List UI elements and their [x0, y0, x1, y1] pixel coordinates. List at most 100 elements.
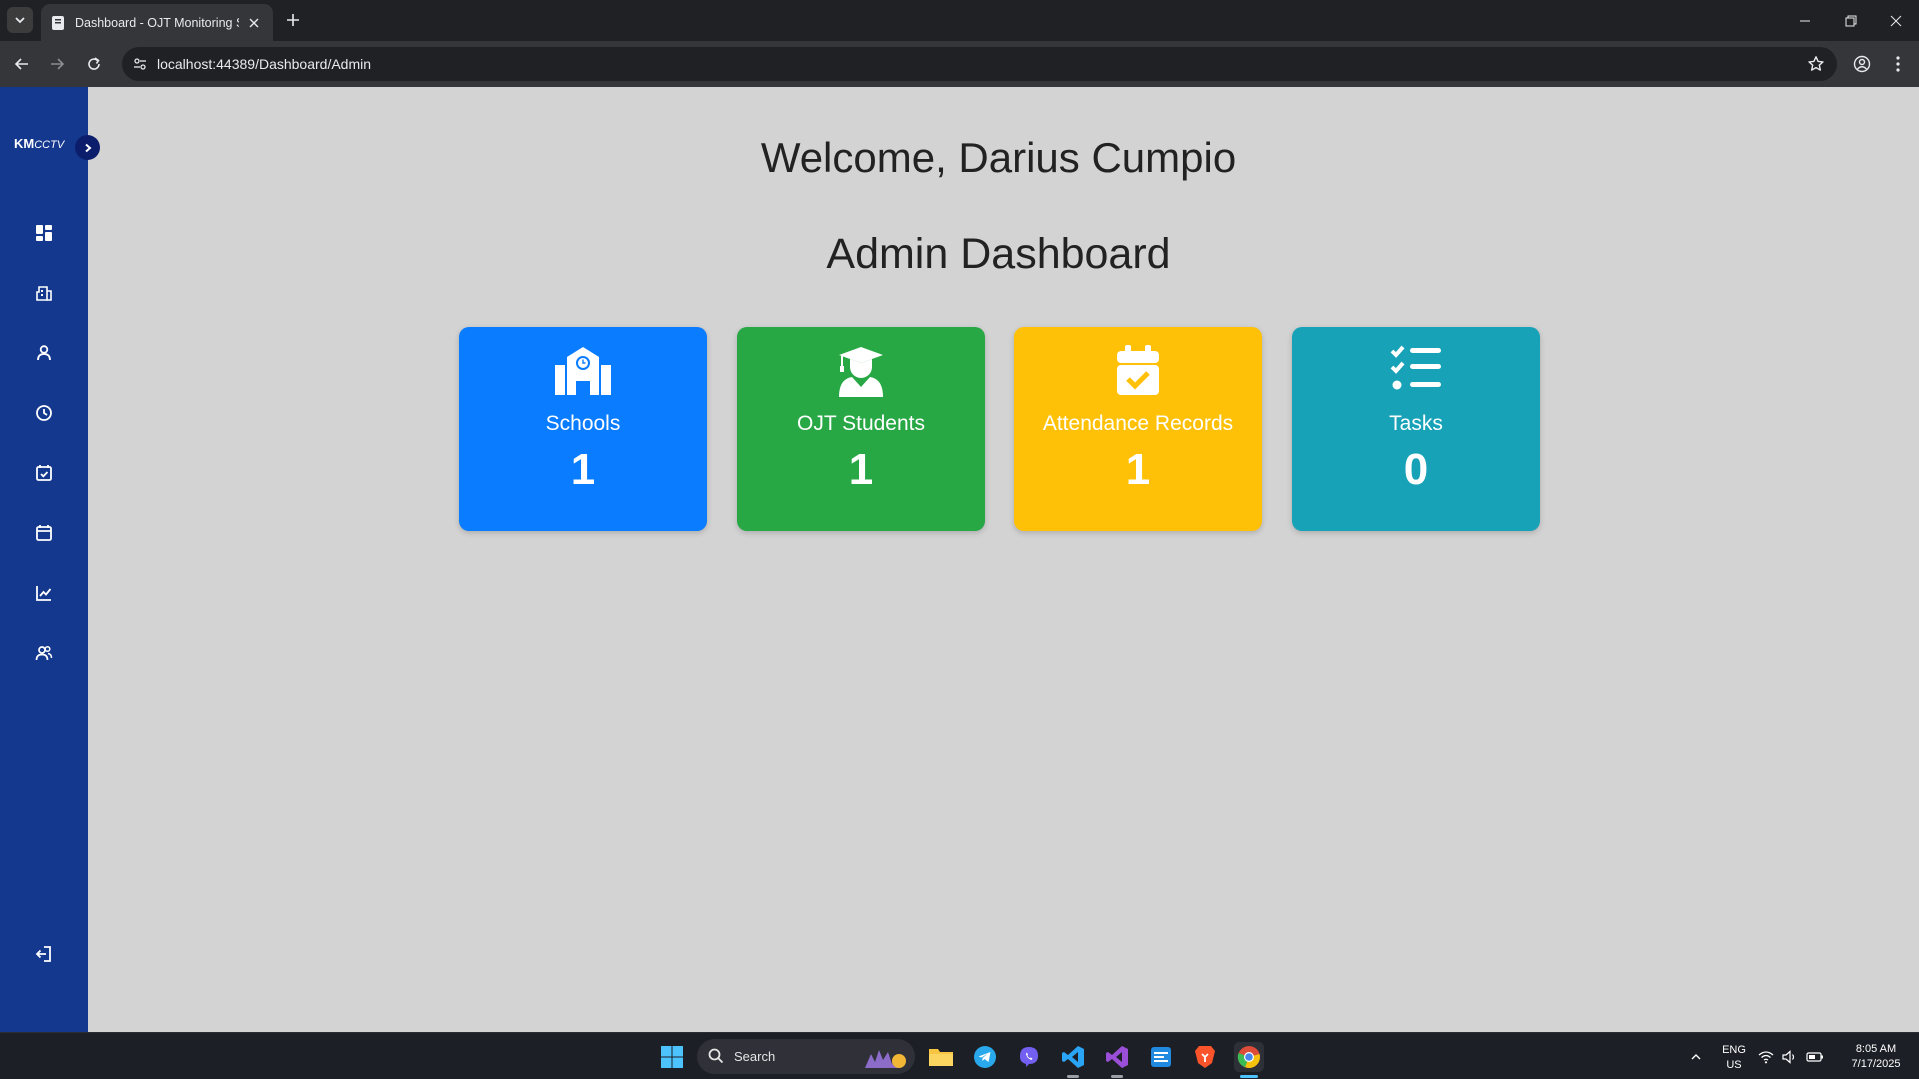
sidebar: KMCCTV — [0, 87, 88, 1032]
clock-datetime[interactable]: 8:05 AM 7/17/2025 — [1836, 1042, 1916, 1072]
sidebar-item-time[interactable] — [32, 401, 56, 425]
close-icon — [249, 18, 259, 27]
school-icon — [555, 347, 611, 395]
sidebar-item-attendance[interactable] — [32, 461, 56, 485]
schools-card[interactable]: Schools 1 — [459, 327, 707, 531]
forward-button[interactable] — [45, 52, 69, 76]
azure-data-studio-button[interactable] — [1146, 1042, 1176, 1072]
visual-studio-button[interactable] — [1102, 1042, 1132, 1072]
card-value: 1 — [1125, 445, 1151, 494]
show-hidden-icons-button[interactable] — [1682, 1042, 1710, 1072]
bookmark-star-icon[interactable] — [1807, 55, 1825, 73]
new-tab-button[interactable] — [282, 9, 304, 31]
sidebar-item-calendar[interactable] — [32, 521, 56, 545]
url-text: localhost:44389/Dashboard/Admin — [157, 56, 372, 72]
clock-date: 7/17/2025 — [1851, 1058, 1901, 1070]
chevron-right-icon — [84, 143, 92, 152]
card-label: Schools — [545, 412, 621, 435]
card-label: Attendance Records — [1042, 412, 1234, 435]
vscode-running-indicator — [1067, 1075, 1079, 1078]
line-chart-icon — [36, 586, 52, 601]
chrome-button[interactable] — [1234, 1042, 1264, 1072]
card-value: 0 — [1403, 445, 1429, 494]
users-icon — [35, 645, 53, 661]
search-icon — [708, 1048, 724, 1064]
browser-menu-button[interactable] — [1886, 52, 1910, 76]
browser-tab-active[interactable]: Dashboard - OJT Monitoring Sy — [41, 4, 273, 41]
page-favicon-icon — [52, 15, 64, 30]
language-indicator[interactable]: ENG US — [1718, 1043, 1750, 1073]
welcome-heading: Welcome, Darius Cumpio — [760, 134, 1237, 181]
site-info-icon[interactable] — [131, 55, 149, 73]
folder-icon — [929, 1049, 953, 1066]
plus-icon — [287, 14, 299, 26]
search-highlight-art-icon — [865, 1050, 906, 1068]
windows-logo-icon — [661, 1046, 683, 1068]
visual-studio-icon — [1106, 1046, 1128, 1068]
reload-icon — [88, 57, 100, 70]
sidebar-item-dashboard[interactable] — [32, 221, 56, 245]
chevron-up-icon — [1691, 1054, 1701, 1060]
network-volume-battery-button[interactable] — [1756, 1042, 1826, 1072]
address-bar[interactable]: localhost:44389/Dashboard/Admin — [122, 47, 1837, 81]
reload-button[interactable] — [82, 52, 106, 76]
logout-icon — [35, 946, 51, 962]
graduate-icon — [839, 347, 883, 397]
checklist-icon — [1390, 345, 1441, 390]
brand-logo[interactable]: KMCCTV — [14, 136, 64, 151]
web-page: KMCCTV Welcome, Darius Cumpio Admin Dash… — [0, 87, 1919, 1032]
viber-icon — [1020, 1047, 1038, 1067]
brave-button[interactable] — [1190, 1042, 1220, 1072]
clock-time: 8:05 AM — [1855, 1043, 1897, 1055]
file-explorer-button[interactable] — [926, 1042, 956, 1072]
grid-dashboard-icon — [36, 225, 52, 241]
tab-close-button[interactable] — [245, 14, 263, 32]
restore-button[interactable] — [1828, 0, 1874, 41]
close-icon — [1890, 15, 1902, 26]
attendance-records-card[interactable]: Attendance Records 1 — [1014, 327, 1262, 531]
volume-icon — [1782, 1050, 1795, 1064]
arrow-left-icon — [14, 58, 28, 70]
battery-icon — [1806, 1052, 1823, 1062]
minimize-button[interactable] — [1782, 0, 1828, 41]
vscode-button[interactable] — [1058, 1042, 1088, 1072]
sidebar-item-reports[interactable] — [32, 581, 56, 605]
close-window-button[interactable] — [1873, 0, 1919, 41]
ojt-students-card[interactable]: OJT Students 1 — [737, 327, 985, 531]
viber-button[interactable] — [1014, 1042, 1044, 1072]
browser-toolbar: localhost:44389/Dashboard/Admin — [0, 41, 1919, 87]
tab-search-button[interactable] — [7, 7, 33, 33]
profile-icon — [1853, 55, 1871, 73]
start-button[interactable] — [657, 1042, 687, 1072]
chrome-icon — [1237, 1046, 1260, 1069]
sidebar-item-accounts[interactable] — [32, 641, 56, 665]
visual-studio-running-indicator — [1111, 1075, 1123, 1078]
browser-tab-bar: Dashboard - OJT Monitoring Sy — [0, 0, 1919, 41]
back-button[interactable] — [10, 52, 34, 76]
taskbar-search[interactable]: Search — [697, 1039, 915, 1074]
chevron-down-icon — [15, 17, 25, 24]
card-value: 1 — [570, 445, 596, 494]
vscode-icon — [1062, 1046, 1084, 1068]
sidebar-item-users[interactable] — [32, 341, 56, 365]
tasks-card[interactable]: Tasks 0 — [1292, 327, 1540, 531]
tab-title: Dashboard - OJT Monitoring Sy — [75, 15, 239, 30]
main-content: Welcome, Darius Cumpio Admin Dashboard S… — [88, 87, 1919, 1032]
card-value: 1 — [848, 445, 874, 494]
minimize-icon — [1800, 20, 1810, 21]
calendar-check-icon — [36, 465, 52, 481]
telegram-button[interactable] — [970, 1042, 1000, 1072]
school-building-icon — [36, 286, 52, 301]
user-icon — [37, 345, 51, 361]
sidebar-toggle-button[interactable] — [75, 135, 100, 160]
windows-taskbar: Search ENG US 8:05 AM 7/17/2025 — [0, 1032, 1919, 1079]
restore-icon — [1845, 15, 1857, 26]
card-label: Tasks — [1389, 412, 1443, 435]
azure-data-studio-icon — [1151, 1047, 1171, 1067]
profile-button[interactable] — [1850, 52, 1874, 76]
card-label: OJT Students — [796, 412, 925, 435]
calendar-icon — [36, 525, 52, 541]
page-title: Admin Dashboard — [826, 230, 1171, 278]
logout-button[interactable] — [32, 942, 56, 966]
sidebar-item-schools[interactable] — [32, 281, 56, 305]
